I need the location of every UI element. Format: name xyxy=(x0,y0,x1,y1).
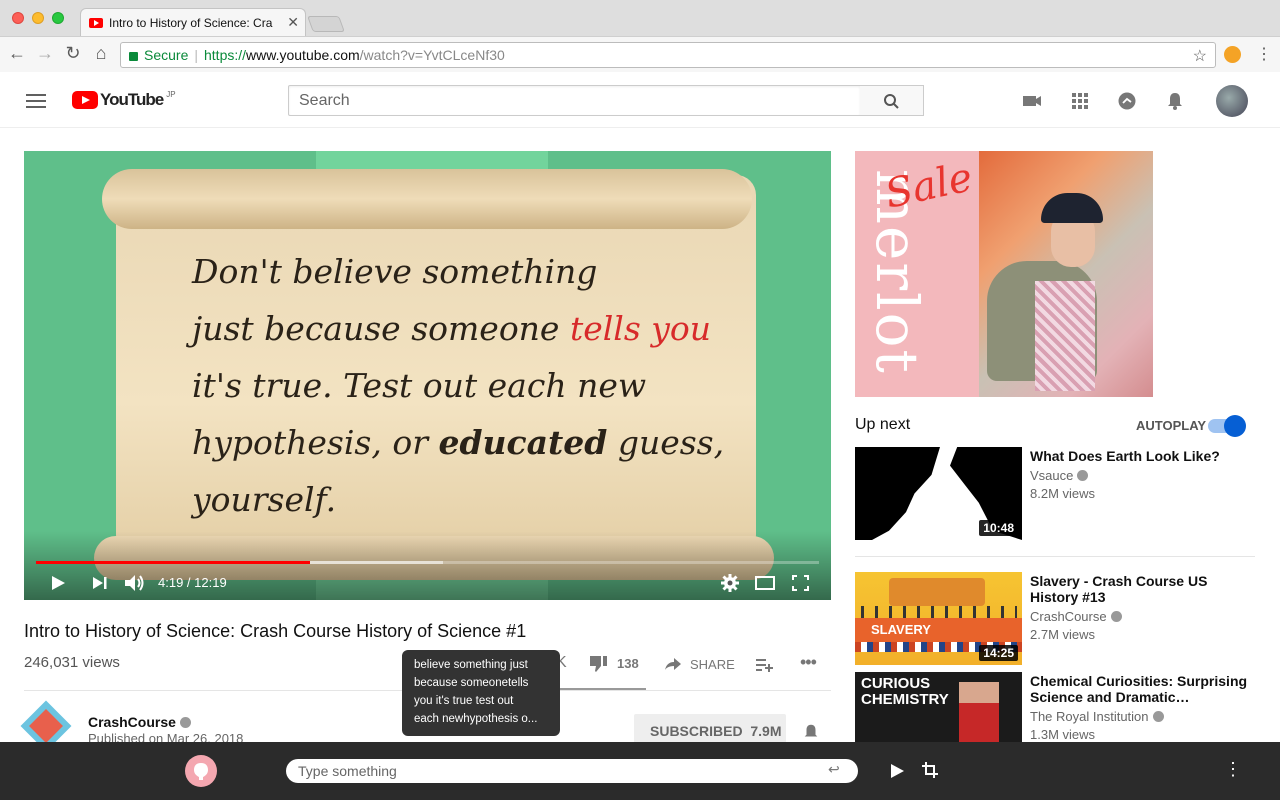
scroll-quote: Don't believe something just because som… xyxy=(192,252,725,519)
browser-menu-icon[interactable]: ⋮ xyxy=(1256,44,1272,64)
new-tab-button[interactable] xyxy=(307,16,345,32)
notifications-bell-icon[interactable] xyxy=(1165,91,1185,111)
ad-person-shirt xyxy=(1035,281,1095,391)
overflow-menu-icon[interactable]: ⋮ xyxy=(1224,759,1242,780)
fullscreen-icon[interactable] xyxy=(792,575,809,591)
view-count: 246,031 views xyxy=(24,654,120,671)
map-land-left xyxy=(855,447,940,540)
type-something-input[interactable]: Type something xyxy=(286,759,858,783)
sidebar-divider xyxy=(855,556,1255,557)
autoplay-label: AUTOPLAY xyxy=(1136,418,1207,433)
logo-region: JP xyxy=(166,90,176,99)
verified-check-icon xyxy=(1110,611,1122,622)
secure-label: Secure xyxy=(144,47,189,63)
apps-grid-icon[interactable] xyxy=(1070,91,1090,111)
thumb-building xyxy=(889,578,985,606)
settings-gear-icon[interactable] xyxy=(721,574,739,592)
logo-text: YouTube xyxy=(100,90,164,109)
close-window-button[interactable] xyxy=(12,12,24,24)
verified-check-icon xyxy=(1077,470,1089,481)
run-play-icon[interactable] xyxy=(890,763,905,779)
youtube-favicon-icon xyxy=(89,17,103,28)
address-bar[interactable]: Secure | https://www.youtube.com/watch?v… xyxy=(120,42,1216,68)
next-video-icon[interactable] xyxy=(92,576,108,590)
video-duration: 10:48 xyxy=(979,520,1018,536)
octocat-glyph-icon xyxy=(194,763,208,780)
video-views-3: 1.3M views xyxy=(1030,727,1096,742)
verified-check-icon xyxy=(179,717,191,728)
played-bar xyxy=(36,561,311,564)
video-channel-2: CrashCourse xyxy=(1030,609,1122,624)
github-octocat-icon[interactable] xyxy=(185,755,217,787)
user-avatar[interactable] xyxy=(1216,85,1248,117)
hamburger-menu-icon[interactable] xyxy=(26,94,46,108)
channel-name[interactable]: CrashCourse xyxy=(88,714,191,730)
search-input[interactable]: Search xyxy=(288,85,861,116)
maximize-window-button[interactable] xyxy=(52,12,64,24)
player-controls: 4:19 / 12:19 xyxy=(24,566,831,600)
enter-key-icon[interactable]: ↩ xyxy=(828,761,840,778)
video-duration: 14:25 xyxy=(979,645,1018,661)
time-display: 4:19 / 12:19 xyxy=(158,575,227,590)
overlay-toolbar: Type something ↩ ⋮ xyxy=(0,742,1280,800)
thumb-presenter xyxy=(959,682,999,742)
bookmark-star-icon[interactable]: ☆ xyxy=(1193,46,1207,66)
video-title: Intro to History of Science: Crash Cours… xyxy=(24,621,527,641)
extension-icon[interactable] xyxy=(1224,46,1241,63)
video-thumbnail-slavery[interactable]: SLAVERY 14:25 xyxy=(855,572,1022,665)
translation-tooltip: believe something just because someonete… xyxy=(402,650,560,736)
play-icon[interactable] xyxy=(50,575,66,591)
minimize-window-button[interactable] xyxy=(32,12,44,24)
video-thumbnail-earth[interactable]: 10:48 xyxy=(855,447,1022,540)
search-button[interactable] xyxy=(860,85,924,116)
more-actions-icon[interactable]: ••• xyxy=(800,652,817,673)
verified-check-icon xyxy=(1152,711,1164,722)
youtube-logo[interactable]: YouTube JP xyxy=(72,90,176,110)
share-icon[interactable] xyxy=(664,657,682,671)
youtube-play-logo-icon xyxy=(72,91,98,109)
share-label[interactable]: SHARE xyxy=(690,657,735,672)
add-to-playlist-icon[interactable] xyxy=(756,658,774,672)
video-title-3[interactable]: Chemical Curiosities: Surprising Science… xyxy=(1030,673,1250,705)
url-text: https://www.youtube.com/watch?v=YvtCLceN… xyxy=(204,47,505,63)
lock-icon xyxy=(129,51,138,61)
create-video-icon[interactable] xyxy=(1022,91,1042,111)
back-arrow-icon[interactable]: ← xyxy=(6,43,28,64)
tab-title: Intro to History of Science: Cra xyxy=(109,15,273,30)
youtube-header: YouTube JP Search xyxy=(0,72,1280,128)
video-thumbnail-chemistry[interactable]: CURIOUS CHEMISTRY xyxy=(855,672,1022,742)
browser-toolbar: ← → ↻ ⌂ Secure | https://www.youtube.com… xyxy=(0,36,1280,72)
browser-chrome: Intro to History of Science: Cra ✕ ← → ↻… xyxy=(0,0,1280,72)
scroll-top-roll xyxy=(102,169,752,229)
volume-icon[interactable] xyxy=(124,574,146,592)
thumb-text: SLAVERY xyxy=(871,622,931,637)
video-channel-3: The Royal Institution xyxy=(1030,709,1164,724)
dislike-count: 138 xyxy=(617,656,639,671)
home-icon[interactable]: ⌂ xyxy=(90,43,112,64)
video-channel-1: Vsauce xyxy=(1030,468,1089,483)
video-title-2[interactable]: Slavery - Crash Course US History #13 xyxy=(1030,573,1250,605)
up-next-label: Up next xyxy=(855,416,911,433)
dislike-icon[interactable] xyxy=(588,655,608,673)
close-tab-icon[interactable]: ✕ xyxy=(287,14,299,31)
video-views-2: 2.7M views xyxy=(1030,627,1096,642)
forward-arrow-icon[interactable]: → xyxy=(34,43,56,64)
video-player[interactable]: Don't believe something just because som… xyxy=(24,151,831,600)
thumb-text: CURIOUS CHEMISTRY xyxy=(861,675,949,708)
video-progress-bar[interactable] xyxy=(36,561,819,564)
search-icon xyxy=(884,94,899,109)
browser-tab[interactable]: Intro to History of Science: Cra ✕ xyxy=(80,8,306,36)
video-views-1: 8.2M views xyxy=(1030,486,1096,501)
reload-icon[interactable]: ↻ xyxy=(62,43,84,64)
messages-icon[interactable] xyxy=(1117,91,1137,111)
url-divider: | xyxy=(194,47,198,63)
notification-bell-icon[interactable] xyxy=(802,722,820,742)
crop-icon[interactable] xyxy=(922,762,938,778)
sidebar-ad[interactable]: merlot Sale xyxy=(855,151,1153,397)
autoplay-toggle[interactable] xyxy=(1208,415,1246,437)
video-title-1[interactable]: What Does Earth Look Like? xyxy=(1030,448,1250,464)
theater-mode-icon[interactable] xyxy=(755,576,775,590)
